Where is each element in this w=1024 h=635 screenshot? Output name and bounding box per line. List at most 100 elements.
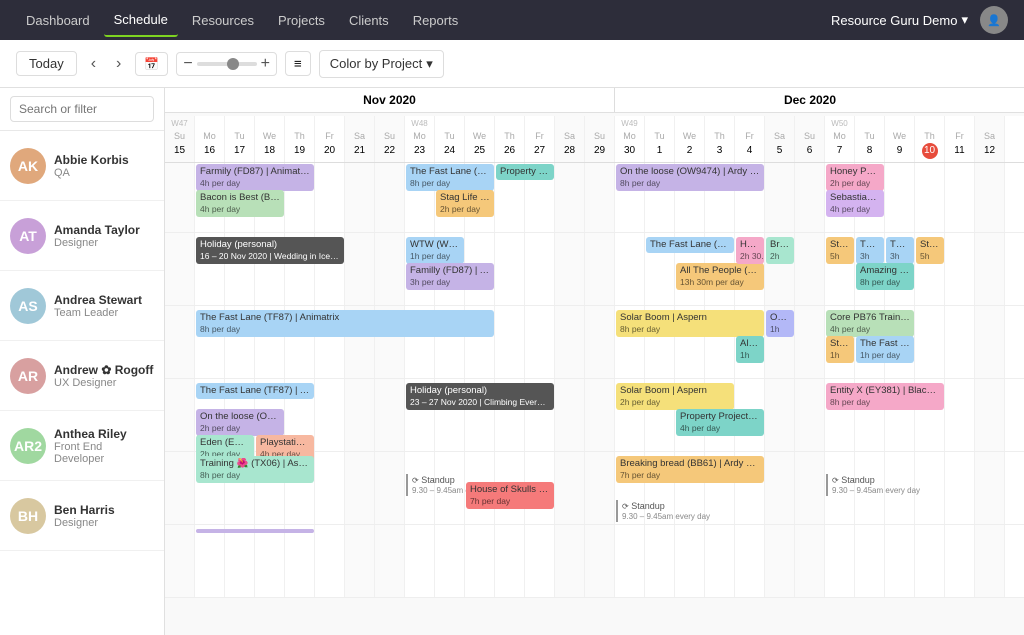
day-header-15: W49 Mo 30	[615, 116, 645, 162]
event-abbie-1[interactable]: Bacon is Best (BB62) | Ar...4h per day	[196, 190, 284, 217]
zoom-in-button[interactable]: +	[261, 55, 270, 73]
event-andrew-5[interactable]: Solar Boom | Aspern2h per day	[616, 383, 734, 410]
event-abbie-6[interactable]: Honey Pot (102HP) | Be...2h per day	[826, 164, 884, 191]
calendar-view-button[interactable]: 📅	[135, 52, 168, 76]
event-andrea-4[interactable]: Core PB76 Training4h per day	[826, 310, 914, 337]
zoom-out-button[interactable]: −	[183, 55, 192, 73]
event-abbie-3[interactable]: Property Proje...	[496, 164, 554, 180]
event-amanda-5[interactable]: Honey...2h 30...	[736, 237, 764, 264]
event-anthea-2[interactable]: House of Skulls (City) (Hi...7h per day	[466, 482, 554, 509]
event-amanda-0[interactable]: Holiday (personal)16 – 20 Nov 2020 | Wed…	[196, 237, 344, 264]
event-amanda-6[interactable]: Breaki...2h	[766, 237, 794, 264]
event-andrew-0[interactable]: The Fast Lane (TF87) | Animatrix	[196, 383, 314, 399]
person-name-amanda: Amanda Taylor	[54, 223, 140, 237]
prev-button[interactable]: ‹	[85, 51, 102, 77]
day-col-andrea-25	[915, 306, 945, 378]
nav-dashboard[interactable]: Dashboard	[16, 5, 100, 36]
event-abbie-0[interactable]: Farmily (FD87) | Animatrix4h per day	[196, 164, 314, 191]
event-amanda-9[interactable]: The Fa...3h	[886, 237, 914, 264]
search-input[interactable]	[10, 96, 154, 122]
avatar-amanda: AT	[10, 218, 46, 254]
day-col-abbie-0	[165, 160, 195, 232]
person-item-andrea[interactable]: AS Andrea Stewart Team Leader	[0, 271, 164, 341]
event-anthea-3[interactable]: Breaking bread (BB61) | Ardy Productions…	[616, 456, 764, 483]
person-item-abbie[interactable]: AK Abbie Korbis QA	[0, 131, 164, 201]
event-abbie-7[interactable]: Sebastian's pro...4h per day	[826, 190, 884, 217]
event-andrea-0[interactable]: The Fast Lane (TF87) | Animatrix8h per d…	[196, 310, 494, 337]
person-item-andrew[interactable]: AR Andrew ✿ Rogoff UX Designer	[0, 341, 164, 411]
day-col-andrea-0	[165, 306, 195, 378]
user-avatar[interactable]: 👤	[980, 6, 1008, 34]
day-col-anthea-13	[555, 452, 585, 524]
day-col-andrew-27	[975, 379, 1005, 451]
next-button[interactable]: ›	[110, 51, 127, 77]
person-info-andrea: Andrea Stewart Team Leader	[54, 293, 142, 319]
cal-row-ben	[165, 525, 1024, 598]
event-amanda-4[interactable]: All The People (AX13) | Animatrix13h 30m…	[676, 263, 764, 290]
brand-dropdown-icon: ▾	[961, 12, 968, 28]
day-col-ben-7	[375, 525, 405, 597]
event-andrea-2[interactable]: All The...1h	[736, 336, 764, 363]
top-nav: Dashboard Schedule Resources Projects Cl…	[0, 0, 1024, 40]
person-name-ben: Ben Harris	[54, 503, 115, 517]
event-amanda-7[interactable]: Stag Li...5h	[826, 237, 854, 264]
event-andrea-1[interactable]: Solar Boom | Aspern8h per day	[616, 310, 764, 337]
day-col-amanda-21	[795, 233, 825, 305]
event-amanda-3[interactable]: The Fast Lane (TF87) | Animatrix	[646, 237, 734, 253]
person-item-amanda[interactable]: AT Amanda Taylor Designer	[0, 201, 164, 271]
event-abbie-5[interactable]: On the loose (OW9474) | Ardy Productions…	[616, 164, 764, 191]
event-ben-0[interactable]	[196, 529, 314, 533]
nav-schedule[interactable]: Schedule	[104, 4, 178, 37]
list-view-button[interactable]: ≡	[285, 51, 311, 76]
person-item-ben[interactable]: BH Ben Harris Designer	[0, 481, 164, 551]
day-col-anthea-20	[765, 452, 795, 524]
event-amanda-10[interactable]: Stag Li...5h	[916, 237, 944, 264]
event-amanda-1[interactable]: WTW (WX95) | Animatrix1h per day	[406, 237, 464, 264]
day-header-9: Tu 24	[435, 116, 465, 162]
event-amanda-11[interactable]: Amazing You (AM12) | Ar...8h per day	[856, 263, 914, 290]
brand-name[interactable]: Resource Guru Demo ▾	[831, 12, 968, 28]
event-abbie-2[interactable]: The Fast Lane (TF87) | Ar...8h per day	[406, 164, 494, 191]
toolbar: Today ‹ › 📅 − + ≡ Color by Project ▾	[0, 40, 1024, 88]
today-button[interactable]: Today	[16, 51, 77, 76]
day-col-andrea-14	[585, 306, 615, 378]
day-header-6: Sa 21	[345, 116, 375, 162]
nav-projects[interactable]: Projects	[268, 5, 335, 36]
event-andrew-4[interactable]: Holiday (personal)23 – 27 Nov 2020 | Cli…	[406, 383, 554, 410]
nav-reports[interactable]: Reports	[403, 5, 469, 36]
event-standup-anthea-5[interactable]: ⟳ Standup9.30 – 9.45am every day	[826, 474, 944, 496]
person-info-amanda: Amanda Taylor Designer	[54, 223, 140, 249]
day-col-andrea-11	[495, 306, 525, 378]
person-item-anthea[interactable]: AR2 Anthea Riley Front End Developer	[0, 411, 164, 481]
event-abbie-4[interactable]: Stag Life (SL13)2h per day	[436, 190, 494, 217]
day-col-abbie-7	[375, 160, 405, 232]
day-header-2: Tu 17	[225, 116, 255, 162]
day-col-andrea-12	[525, 306, 555, 378]
calendar-area[interactable]: Nov 2020Dec 2020 W47 Su 15 Mo 16 Tu 17 W…	[165, 88, 1024, 635]
avatar-ben: BH	[10, 498, 46, 534]
event-amanda-8[interactable]: The Fa...3h	[856, 237, 884, 264]
event-andrew-6[interactable]: Property Project (PP78) | Aardva...4h pe…	[676, 409, 764, 436]
event-standup-anthea-4[interactable]: ⟳ Standup9.30 – 9.45am every day	[616, 500, 764, 522]
day-header-27: Sa 12	[975, 116, 1005, 162]
day-col-amanda-0	[165, 233, 195, 305]
zoom-control: − +	[176, 52, 277, 76]
day-header-5: Fr 20	[315, 116, 345, 162]
color-by-button[interactable]: Color by Project ▾	[319, 50, 444, 78]
day-col-abbie-27	[975, 160, 1005, 232]
nav-clients[interactable]: Clients	[339, 5, 399, 36]
day-col-amanda-26	[945, 233, 975, 305]
event-andrea-5[interactable]: Stag Li...1h	[826, 336, 854, 363]
person-name-anthea: Anthea Riley	[54, 427, 154, 441]
dropdown-icon: ▾	[426, 56, 433, 72]
event-andrew-7[interactable]: Entity X (EY381) | Black Keys8h per day	[826, 383, 944, 410]
event-andrew-1[interactable]: On the loose (OW9474) | Ardy Productions…	[196, 409, 284, 436]
event-amanda-2[interactable]: Familly (FD87) | Animatrix3h per day	[406, 263, 494, 290]
event-anthea-0[interactable]: Training 🌺 (TX06) | Aspern8h per day	[196, 456, 314, 483]
event-andrea-3[interactable]: On the...1h	[766, 310, 794, 337]
event-andrea-6[interactable]: The Fast Lane (TF87) | Animatrix1h per d…	[856, 336, 914, 363]
day-col-andrew-14	[585, 379, 615, 451]
day-col-ben-26	[945, 525, 975, 597]
zoom-slider[interactable]	[197, 62, 257, 66]
nav-resources[interactable]: Resources	[182, 5, 264, 36]
